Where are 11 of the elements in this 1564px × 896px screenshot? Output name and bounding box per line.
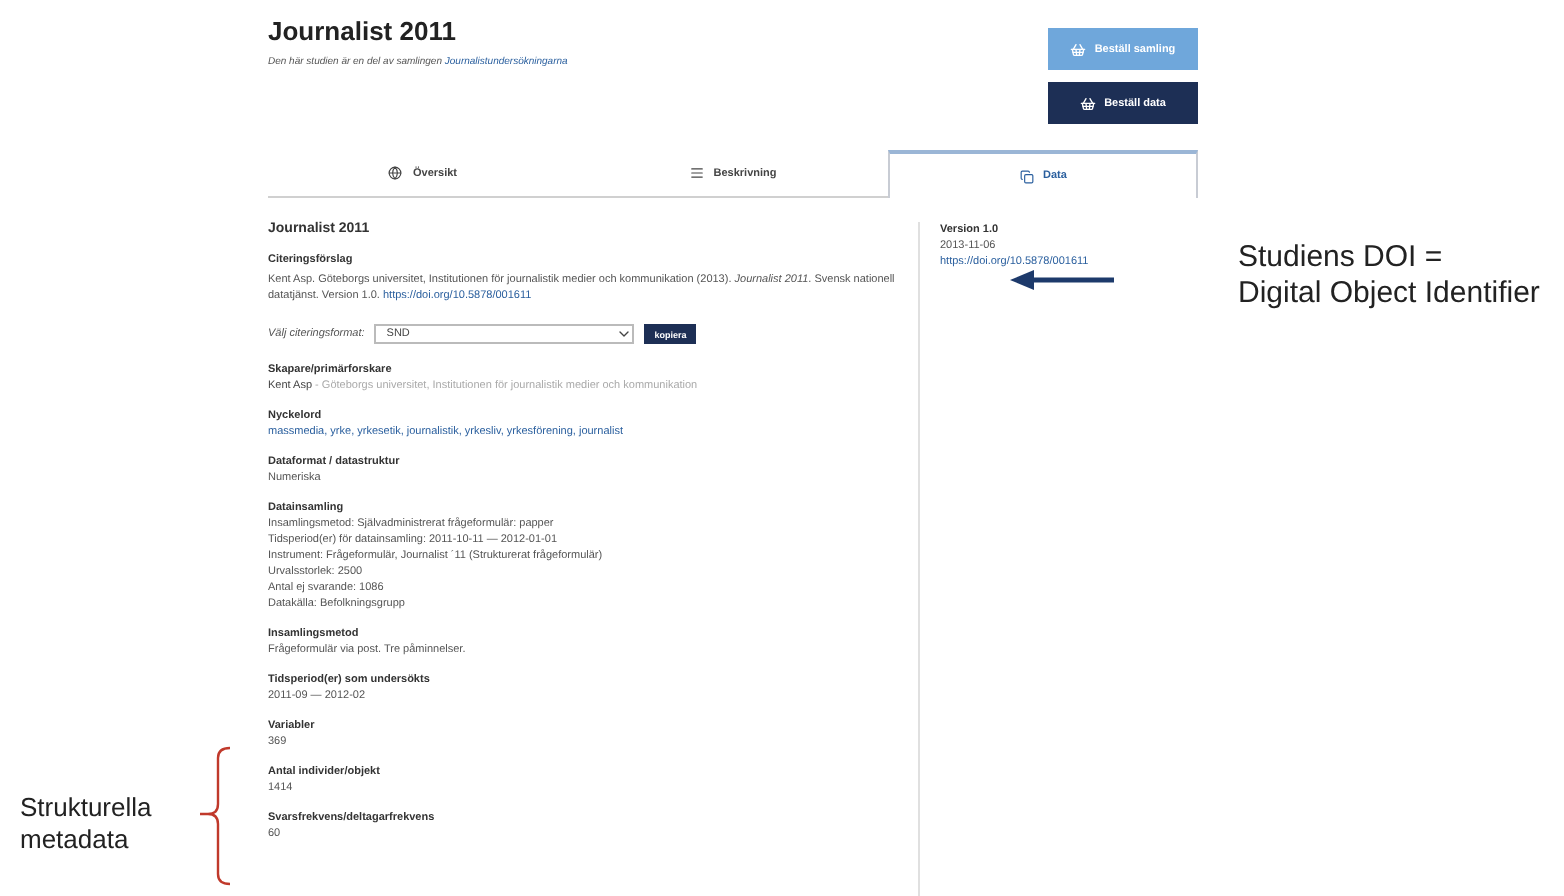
arrow-icon: [1010, 270, 1114, 290]
page-title: Journalist 2011: [268, 16, 458, 46]
basket-icon: [1070, 41, 1087, 57]
curly-brace-drawing: [200, 746, 232, 886]
basket-icon: [1080, 95, 1097, 111]
chevron-down-icon: [616, 326, 633, 342]
copy-icon: [1019, 169, 1034, 183]
annotation-text: Strukturella metadata: [20, 792, 152, 855]
annotation-text: Studiens DOI = Digital Object Identifier: [1238, 240, 1540, 312]
list-icon: [689, 166, 704, 180]
globe-icon: [388, 166, 403, 180]
